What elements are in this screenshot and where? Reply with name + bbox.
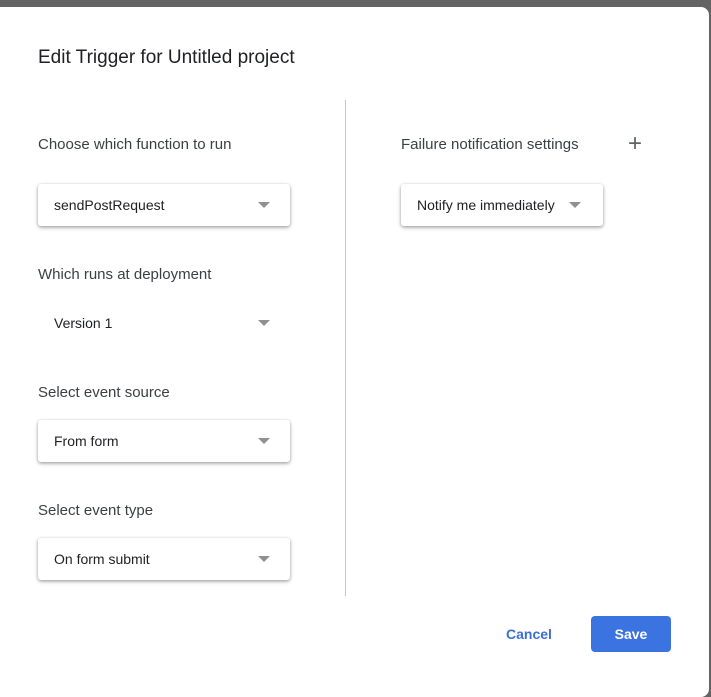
dialog-title: Edit Trigger for Untitled project [38, 47, 295, 68]
chevron-down-icon [258, 438, 270, 444]
event-source-label: Select event source [38, 384, 170, 401]
deployment-dropdown[interactable]: Version 1 [38, 302, 290, 344]
chevron-down-icon [258, 202, 270, 208]
deployment-value: Version 1 [54, 315, 113, 331]
failure-notification-dropdown[interactable]: Notify me immediately [401, 184, 603, 226]
function-dropdown[interactable]: sendPostRequest [38, 184, 290, 226]
chevron-down-icon [258, 556, 270, 562]
event-type-value: On form submit [54, 551, 150, 567]
plus-icon[interactable]: + [628, 132, 642, 156]
function-value: sendPostRequest [54, 197, 165, 213]
edit-trigger-dialog [0, 7, 709, 697]
event-type-label: Select event type [38, 502, 154, 519]
failure-notification-value: Notify me immediately [417, 197, 555, 213]
event-type-dropdown[interactable]: On form submit [38, 538, 290, 580]
deployment-label: Which runs at deployment [38, 266, 212, 283]
event-source-value: From form [54, 433, 119, 449]
function-label: Choose which function to run [38, 136, 232, 153]
cancel-button[interactable]: Cancel [491, 616, 567, 652]
chevron-down-icon [258, 320, 270, 326]
chevron-down-icon [569, 202, 581, 208]
column-divider [345, 100, 346, 596]
save-button[interactable]: Save [591, 616, 671, 652]
failure-notification-label: Failure notification settings [401, 136, 579, 153]
event-source-dropdown[interactable]: From form [38, 420, 290, 462]
